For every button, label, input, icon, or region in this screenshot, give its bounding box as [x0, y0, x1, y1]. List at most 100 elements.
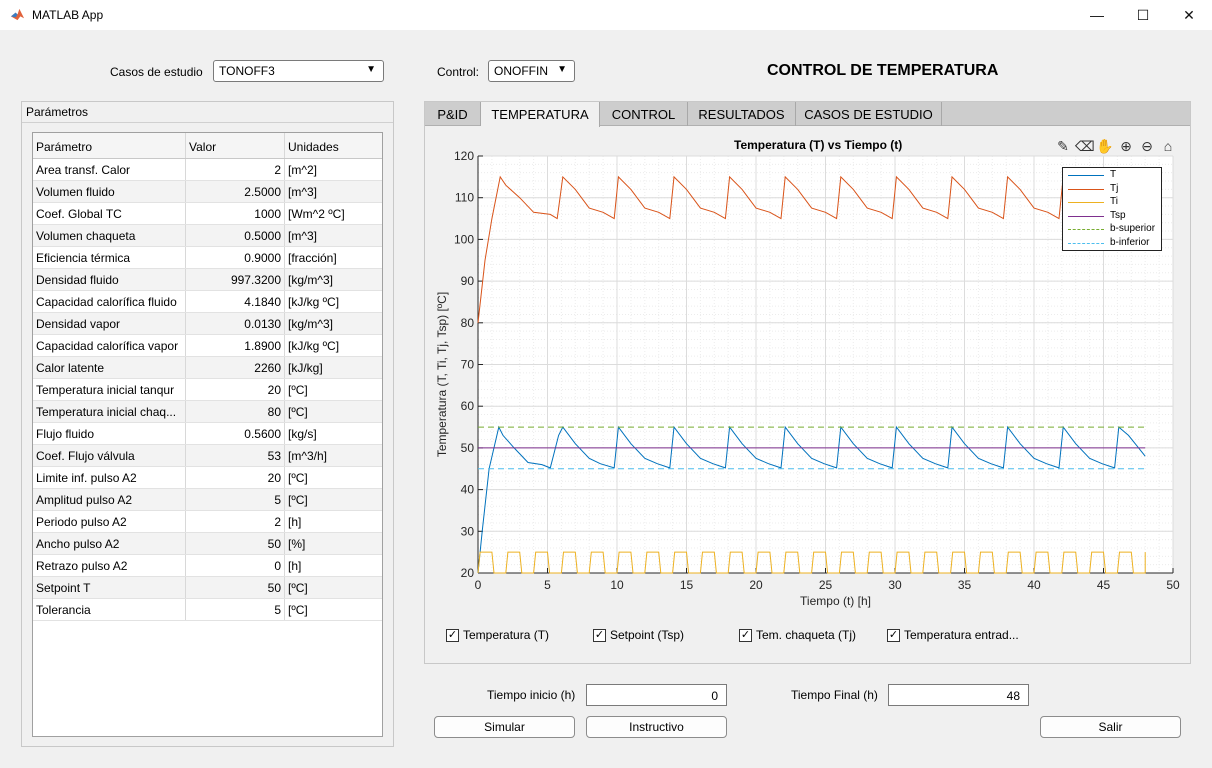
- table-row[interactable]: Coef. Global TC 1000 [Wm^2 ºC]: [33, 203, 382, 225]
- legend-swatch: [1068, 242, 1104, 244]
- legend-label: Tj: [1110, 182, 1119, 194]
- legend-entry[interactable]: b-inferior: [1063, 237, 1163, 250]
- start-time-label: Tiempo inicio (h): [487, 688, 576, 702]
- table-row[interactable]: Ancho pulso A2 50 [%]: [33, 533, 382, 555]
- param-unit-cell: [kg/m^3]: [288, 316, 333, 331]
- legend-entry[interactable]: Tj: [1063, 183, 1163, 196]
- table-row[interactable]: Limite inf. pulso A2 20 [ºC]: [33, 467, 382, 489]
- table-row[interactable]: Volumen chaqueta 0.5000 [m^3]: [33, 225, 382, 247]
- x-tick-label: 0: [475, 578, 482, 592]
- series-checkbox[interactable]: ✓ Temperatura (T): [446, 628, 549, 642]
- table-row[interactable]: Tolerancia 5 [ºC]: [33, 599, 382, 621]
- param-name-cell: Temperatura inicial tanqur: [33, 379, 186, 400]
- simulate-button[interactable]: Simular: [434, 716, 575, 738]
- param-name-cell: Capacidad calorífica vapor: [33, 335, 186, 356]
- legend-entry[interactable]: Tsp: [1063, 210, 1163, 223]
- table-row[interactable]: Amplitud pulso A2 5 [ºC]: [33, 489, 382, 511]
- tab-temperatura[interactable]: TEMPERATURA: [481, 102, 600, 127]
- y-tick-label: 30: [461, 524, 475, 538]
- legend-label: Ti: [1110, 196, 1118, 207]
- y-tick-label: 100: [454, 232, 474, 246]
- table-row[interactable]: Periodo pulso A2 2 [h]: [33, 511, 382, 533]
- control-label: Control:: [437, 65, 480, 79]
- param-unit-cell: [fracción]: [288, 250, 337, 265]
- param-unit-cell: [kg/m^3]: [288, 272, 333, 287]
- table-row[interactable]: Capacidad calorífica fluido 4.1840 [kJ/kg …: [33, 291, 382, 313]
- table-row[interactable]: Area transf. Calor 2 [m^2]: [33, 159, 382, 181]
- case-label: Casos de estudio: [110, 65, 203, 79]
- table-row[interactable]: Retrazo pulso A2 0 [h]: [33, 555, 382, 577]
- param-name-cell: Calor latente: [33, 357, 186, 378]
- table-row[interactable]: Setpoint T 50 [ºC]: [33, 577, 382, 599]
- legend-swatch: [1068, 175, 1104, 176]
- end-time-input[interactable]: 48: [888, 684, 1029, 706]
- param-unit-cell: [m^3/h]: [288, 448, 327, 463]
- param-unit-cell: [m^3]: [288, 184, 317, 199]
- chart-legend: T Tj Ti Tsp b-superior b-inferior: [1062, 167, 1162, 251]
- param-value-cell: 2: [186, 159, 285, 180]
- title-bar: MATLAB App — ☐ ✕: [0, 0, 1212, 30]
- table-row[interactable]: Volumen fluido 2.5000 [m^3]: [33, 181, 382, 203]
- table-row[interactable]: Densidad fluido 997.3200 [kg/m^3]: [33, 269, 382, 291]
- table-row[interactable]: Coef. Flujo válvula 53 [m^3/h]: [33, 445, 382, 467]
- table-row[interactable]: Densidad vapor 0.0130 [kg/m^3]: [33, 313, 382, 335]
- legend-label: Tsp: [1110, 209, 1126, 221]
- case-dropdown-value: TONOFF3: [219, 64, 275, 78]
- minimize-button[interactable]: —: [1074, 0, 1120, 30]
- checkbox-icon[interactable]: ✓: [739, 628, 752, 642]
- series-checkbox[interactable]: ✓ Setpoint (Tsp): [593, 628, 684, 642]
- series-checkbox[interactable]: ✓ Temperatura entrad...: [887, 628, 1019, 642]
- param-name-cell: Capacidad calorífica fluido: [33, 291, 186, 312]
- legend-entry[interactable]: T: [1063, 169, 1163, 182]
- param-value-cell: 997.3200: [186, 269, 285, 290]
- param-value-cell: 20: [186, 467, 285, 488]
- exit-button[interactable]: Salir: [1040, 716, 1181, 738]
- param-unit-cell: [ºC]: [288, 580, 308, 595]
- param-value-cell: 2: [186, 511, 285, 532]
- start-time-input[interactable]: 0: [586, 684, 727, 706]
- table-row[interactable]: Temperatura inicial chaq... 80 [ºC]: [33, 401, 382, 423]
- x-tick-label: 40: [1027, 578, 1041, 592]
- param-unit-cell: [m^3]: [288, 228, 317, 243]
- panel-title: Parámetros: [26, 105, 89, 119]
- param-unit-cell: [ºC]: [288, 492, 308, 507]
- tab-casos-de-estudio[interactable]: CASOS DE ESTUDIO: [796, 102, 942, 126]
- instructive-button[interactable]: Instructivo: [586, 716, 727, 738]
- param-unit-cell: [h]: [288, 558, 302, 573]
- param-value-cell: 53: [186, 445, 285, 466]
- tab-control[interactable]: CONTROL: [600, 102, 688, 126]
- checkbox-icon[interactable]: ✓: [887, 628, 900, 642]
- param-name-cell: Setpoint T: [33, 577, 186, 598]
- y-tick-label: 110: [455, 191, 474, 205]
- table-row[interactable]: Capacidad calorífica vapor 1.8900 [kJ/kg º…: [33, 335, 382, 357]
- legend-entry[interactable]: b-superior: [1063, 223, 1163, 236]
- x-tick-label: 15: [680, 578, 694, 592]
- tab-p-id[interactable]: P&ID: [425, 102, 481, 126]
- y-tick-label: 60: [461, 399, 475, 413]
- x-axis-label: Tiempo (t) [h]: [800, 594, 871, 608]
- control-dropdown-value: ONOFFIN: [494, 64, 548, 78]
- param-name-cell: Periodo pulso A2: [33, 511, 186, 532]
- legend-label: T: [1110, 169, 1117, 180]
- checkbox-icon[interactable]: ✓: [446, 628, 459, 642]
- chevron-down-icon: ▼: [557, 64, 567, 75]
- legend-label: b-superior: [1110, 223, 1156, 234]
- table-row[interactable]: Flujo fluido 0.5600 [kg/s]: [33, 423, 382, 445]
- y-axis-label: Temperatura (T, Ti, Tj, Tsp) [ºC]: [435, 292, 449, 457]
- table-row[interactable]: Eficiencia térmica 0.9000 [fracción]: [33, 247, 382, 269]
- parameters-table[interactable]: Parámetro Valor Unidades Area transf. Calor…: [32, 132, 383, 737]
- param-value-cell: 2260: [186, 357, 285, 378]
- table-row[interactable]: Temperatura inicial tanqur 20 [ºC]: [33, 379, 382, 401]
- series-line-t[interactable]: [477, 425, 1146, 574]
- control-dropdown[interactable]: ONOFFIN ▼: [488, 60, 575, 82]
- close-button[interactable]: ✕: [1166, 0, 1212, 30]
- checkbox-icon[interactable]: ✓: [593, 628, 606, 642]
- close-icon: ✕: [1183, 6, 1195, 23]
- tab-resultados[interactable]: RESULTADOS: [688, 102, 796, 126]
- case-dropdown[interactable]: TONOFF3 ▼: [213, 60, 384, 82]
- legend-entry[interactable]: Ti: [1063, 196, 1163, 209]
- table-row[interactable]: Calor latente 2260 [kJ/kg]: [33, 357, 382, 379]
- param-value-cell: 0.5600: [186, 423, 285, 444]
- series-checkbox[interactable]: ✓ Tem. chaqueta (Tj): [739, 628, 856, 642]
- maximize-button[interactable]: ☐: [1120, 0, 1166, 30]
